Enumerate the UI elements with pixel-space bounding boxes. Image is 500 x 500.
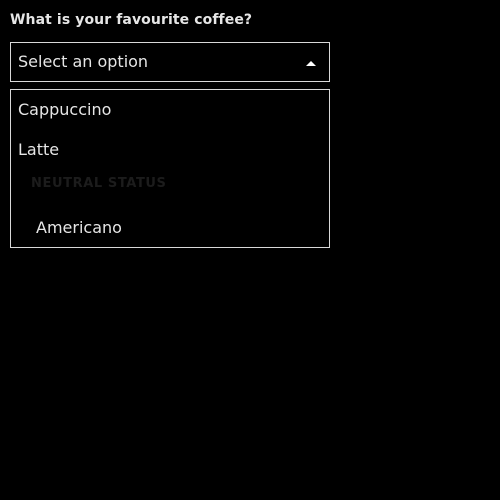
caret-up-icon	[306, 61, 316, 66]
option-label: Cappuccino	[18, 100, 112, 119]
coffee-options-listbox: Cappuccino Latte NEUTRAL STATUS American…	[10, 89, 330, 248]
select-value: Select an option	[18, 52, 149, 71]
option-cappuccino[interactable]: Cappuccino	[11, 92, 329, 128]
question-label: What is your favourite coffee?	[10, 12, 253, 28]
option-label: Americano	[36, 218, 122, 237]
coffee-select[interactable]: Select an option	[10, 42, 330, 82]
option-label: Latte	[18, 140, 60, 159]
option-group-label: NEUTRAL STATUS	[31, 176, 167, 191]
option-latte[interactable]: Latte	[11, 132, 329, 168]
option-americano[interactable]: Americano	[11, 210, 329, 246]
